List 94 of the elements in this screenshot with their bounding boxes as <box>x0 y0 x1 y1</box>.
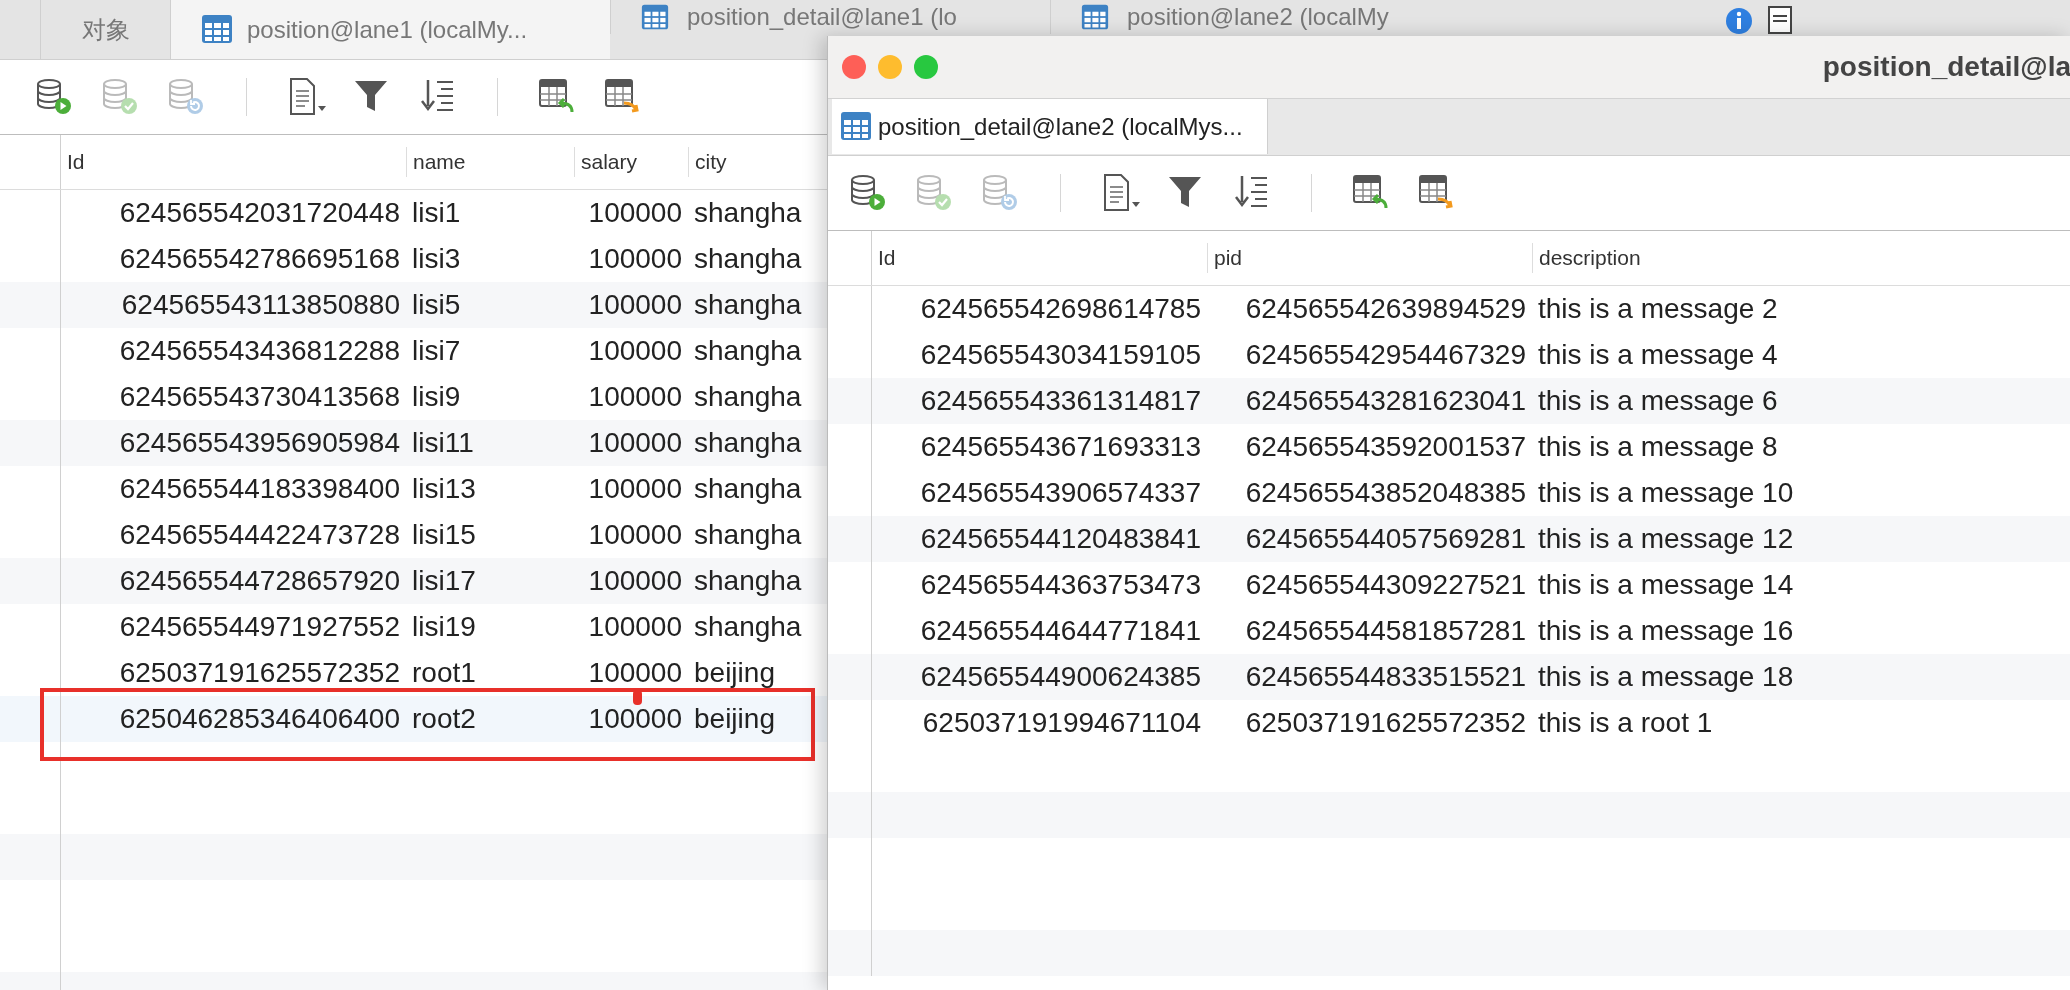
table-cell-text: 624565544644771841 <box>919 618 1202 644</box>
table-cell-text: 100000 <box>587 384 683 410</box>
table-cell-text: 624565544833515521 <box>1244 664 1527 690</box>
table-cell-text: shangha <box>693 568 803 594</box>
table-cell-text: 624565544900624385 <box>919 664 1202 690</box>
table-cell-text: shangha <box>693 246 803 272</box>
table-cell-text: 625037191625572352 <box>118 660 401 686</box>
table-cell-text: 624565543281623041 <box>1244 388 1527 414</box>
table-cell-text: 624565542786695168 <box>118 246 401 272</box>
table-cell-text: 100000 <box>587 568 683 594</box>
table-cell-text: shangha <box>693 430 803 456</box>
table-cell-text: this is a message 14 <box>1537 572 1795 598</box>
column-header[interactable]: name <box>406 147 574 177</box>
table-cell-text: beijing <box>693 660 776 686</box>
table-cell-text: shangha <box>693 200 803 226</box>
table-cell-text: 624565543956905984 <box>118 430 401 456</box>
column-header[interactable]: pid <box>1207 243 1532 273</box>
table-icon <box>641 3 669 31</box>
column-header[interactable]: salary <box>574 147 688 177</box>
table-cell-text: 624565543852048385 <box>1244 480 1527 506</box>
table-cell-text: 100000 <box>587 522 683 548</box>
table-cell-text: lisi9 <box>411 384 462 410</box>
table-cell-text: root1 <box>411 660 477 686</box>
table-cell-text: shangha <box>693 614 803 640</box>
table-cell-text: 624565543034159105 <box>919 342 1202 368</box>
table-cell-text: lisi1 <box>411 200 462 226</box>
table-cell-text: 624565544057569281 <box>1244 526 1527 552</box>
table-cell-text: 625037191994671104 <box>921 710 1202 736</box>
table-cell-text: root2 <box>411 706 477 732</box>
table-cell-text: lisi17 <box>411 568 477 594</box>
table-cell-text: 624565544120483841 <box>919 526 1202 552</box>
column-header[interactable]: Id <box>61 147 406 177</box>
table-cell-text: beijing <box>693 706 776 732</box>
cursor-marker <box>633 690 642 705</box>
table-cell-text: this is a message 2 <box>1537 296 1779 322</box>
table-icon <box>840 110 872 142</box>
table-cell-text: this is a message 18 <box>1537 664 1795 690</box>
table-cell-text: 100000 <box>587 706 683 732</box>
table-cell-text: lisi3 <box>411 246 462 272</box>
table-cell-text: 624565542639894529 <box>1244 296 1527 322</box>
table-cell-text: this is a message 6 <box>1537 388 1779 414</box>
table-cell-text: 624565544363753473 <box>919 572 1202 598</box>
table-cell-text: 100000 <box>587 476 683 502</box>
table-cell-text: lisi11 <box>411 430 475 456</box>
table-cell-text: 624565544581857281 <box>1244 618 1527 644</box>
table-cell-text: this is a message 16 <box>1537 618 1795 644</box>
table-cell-text: this is a message 8 <box>1537 434 1779 460</box>
table-cell-text: 624565542031720448 <box>118 200 401 226</box>
table-cell-text: 624565543592001537 <box>1244 434 1527 460</box>
table-cell-text: shangha <box>693 292 803 318</box>
column-header[interactable]: Id <box>872 243 1207 273</box>
table-cell-text: 624565543361314817 <box>919 388 1202 414</box>
table-cell-text: shangha <box>693 522 803 548</box>
close-button[interactable] <box>842 55 866 79</box>
table-cell-text: lisi15 <box>411 522 477 548</box>
table-cell-text: 100000 <box>587 430 683 456</box>
table-cell-text: 625037191625572352 <box>1244 710 1527 736</box>
table-cell-text: shangha <box>693 338 803 364</box>
table-cell-text: this is a message 4 <box>1537 342 1779 368</box>
table-cell-text: 624565544422473728 <box>118 522 401 548</box>
table-cell-text: 624565542698614785 <box>919 296 1202 322</box>
table-cell-text: 100000 <box>587 614 683 640</box>
table-cell-text: 624565542954467329 <box>1244 342 1527 368</box>
table-cell-text: shangha <box>693 384 803 410</box>
table-cell-text: 624565544309227521 <box>1244 572 1527 598</box>
table-icon <box>201 13 233 45</box>
tab[interactable]: position@lane1 (localMy... <box>170 0 610 59</box>
table-cell-text: 624565543671693313 <box>919 434 1202 460</box>
table-cell-text: 624565543436812288 <box>118 338 401 364</box>
table-icon <box>1081 3 1109 31</box>
table-cell-text: this is a message 10 <box>1537 480 1795 506</box>
table-cell-text: 624565543906574337 <box>919 480 1202 506</box>
table-cell-text: lisi13 <box>411 476 477 502</box>
table-cell-text: 100000 <box>587 200 683 226</box>
table-cell-text: 624565544728657920 <box>118 568 401 594</box>
table-cell-text: 100000 <box>587 246 683 272</box>
table-cell-text: shangha <box>693 476 803 502</box>
table-cell-text: 100000 <box>587 660 683 686</box>
table-cell-text: 100000 <box>587 292 683 318</box>
tab[interactable]: position_detail@lane2 (localMys... <box>832 99 1268 154</box>
table-cell-text: 624565544971927552 <box>118 614 401 640</box>
table-cell-text: 624565543730413568 <box>118 384 401 410</box>
table-cell-text: lisi19 <box>411 614 477 640</box>
info-icon[interactable] <box>1724 6 1754 36</box>
table-cell-text: this is a message 12 <box>1537 526 1795 552</box>
table-cell-text: lisi5 <box>411 292 462 318</box>
table-cell-text: 625046285346406400 <box>118 706 401 732</box>
table-cell-text: 624565544183398400 <box>118 476 401 502</box>
column-header[interactable]: description <box>1532 243 1922 273</box>
table-cell-text: this is a root 1 <box>1537 710 1714 736</box>
table-cell-text: lisi7 <box>411 338 462 364</box>
table-cell-text: 624565543113850880 <box>120 292 401 318</box>
table-cell-text: 100000 <box>587 338 683 364</box>
document-icon[interactable] <box>1768 6 1792 34</box>
